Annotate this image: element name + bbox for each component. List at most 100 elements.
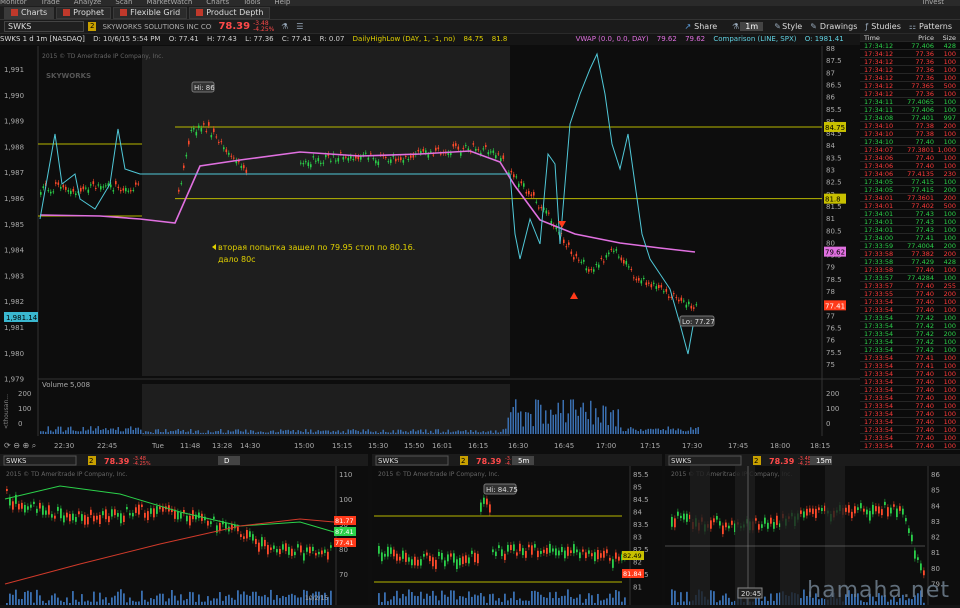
menu-item-scan[interactable]: Scan [115,0,132,6]
settings-icon[interactable]: ☰ [295,22,304,31]
tns-cell: 17:34:07 [864,146,894,154]
volume-bar [275,432,277,434]
tns-col-header[interactable]: Price [900,34,934,42]
volume-bar [290,431,292,434]
left-axis-label: 1,983 [4,272,24,280]
time-axis-label: 13:28 [212,442,232,450]
mini-volume-bar [222,600,224,605]
tns-cell: 17:34:12 [864,42,894,50]
main-chart[interactable]: 1,991 1,990 1,989 1,988 1,987 1,986 1,985 1,984… [0,34,860,454]
mini-period-text: D [224,457,229,465]
vol-axis-label: 100 [18,405,31,413]
volume-bar [502,429,504,434]
right-axis-label: 88 [826,45,835,53]
tns-cell: 77.42 [915,330,934,338]
mini-volume-bar [9,593,11,605]
candle [337,158,340,162]
volume-bar [430,430,432,434]
flask-icon[interactable]: ⚗ [280,22,289,31]
menu-item-monitor[interactable]: Monitor [0,0,27,6]
time-and-sales[interactable]: Time Price Size 17:34:12 77.406 428 17:34:12 77… [860,34,960,454]
candle [482,148,485,150]
right-axis-label: 75.5 [826,349,842,357]
tns-row: 17:34:12 77.36 100 [860,50,960,58]
volume-bar [497,432,499,434]
drawings-icon: ✎ [810,22,817,31]
right-axis-label: 80 [826,239,835,247]
tns-cell: 17:33:54 [864,394,894,402]
menu-item-trade[interactable]: Trade [41,0,60,6]
flask-icon[interactable]: ⚗ [731,22,740,31]
volume-bar [485,432,487,434]
volume-bar [300,431,302,434]
menu-item-help[interactable]: Help [274,0,290,6]
pencil-icon[interactable]: ✎ [773,22,782,31]
tab-flexible-grid[interactable]: Flexible Grid [113,6,188,19]
candle [110,184,112,188]
menu-item-invest[interactable]: Invest [923,0,944,6]
tns-header: Time Price Size [860,34,960,42]
candle [638,278,640,281]
vol-axis-label: 100 [826,405,839,413]
volume-bar [317,430,319,434]
candle [605,255,608,258]
mini-volume-bar [138,601,140,605]
volume-bar [395,432,397,434]
symbol-input[interactable]: SWKS [4,21,84,32]
mini-symbol: SWKS [6,457,27,465]
volume-bar [580,407,582,434]
tns-cell: 77.38 [915,130,934,138]
volume-bar [642,430,644,434]
mini-volume-bar [686,591,688,605]
time-axis-label: 16:15 [468,442,488,450]
tab-icon [120,9,128,16]
patterns-button[interactable]: ⚏ Patterns [909,22,952,31]
candle [675,297,678,299]
tab-charts[interactable]: Charts [4,6,55,19]
tns-cell: 17:34:10 [864,122,894,130]
tns-cell: 77.401 [911,114,934,122]
menu-item-marketwatch[interactable]: MarketWatch [146,0,192,6]
volume-bar [467,432,469,434]
volume-bar [692,429,694,434]
menu-item-analyze[interactable]: Analyze [74,0,102,6]
tab-prophet[interactable]: Prophet [56,6,112,19]
menu-item-tools[interactable]: Tools [243,0,260,6]
menu-item-charts[interactable]: Charts [206,0,229,6]
volume-bar [137,427,139,434]
period-select[interactable]: 1m [740,22,764,31]
share-button[interactable]: ↗ Share [684,22,717,31]
tns-row: 17:33:54 77.42 100 [860,314,960,322]
volume-bar [157,429,159,434]
left-axis-label: 1,981 [4,324,24,332]
volume-bar [512,406,514,434]
volume-bar [207,430,209,434]
tns-cell: 77.38 [915,122,934,130]
candle [233,157,235,159]
mini-chg: -4.25% [133,461,151,467]
candle [375,160,377,164]
volume-bar [292,429,294,434]
tns-cell: 17:34:05 [864,178,894,186]
tns-cell: 77.40 [915,306,934,314]
tns-cell: 17:34:11 [864,98,894,106]
mini-volume-bar [764,596,766,605]
volume-bar [117,427,119,434]
drawings-button[interactable]: ✎ Drawings [810,22,857,31]
link-badge[interactable]: 2 [88,22,97,31]
tns-cell: 17:33:54 [864,434,894,442]
candle [335,160,337,162]
tab-label: Flexible Grid [130,8,181,17]
studies-button[interactable]: ƒ Studies [865,22,901,31]
tns-col-header[interactable]: Time [860,34,900,42]
main-chart-canvas[interactable]: 1,991 1,990 1,989 1,988 1,987 1,986 1,985 1,984… [0,34,860,454]
tab-product-depth[interactable]: Product Depth [189,6,271,19]
volume-bar [675,430,677,434]
volume-bar [72,430,74,434]
mini-price-badge-text: 82.49 [623,552,642,560]
volume-bar [165,429,167,434]
tns-col-header[interactable]: Size [934,34,956,42]
mini-volume-bar [573,598,575,605]
mini-volume-bar [144,599,146,605]
style-button[interactable]: Style [782,22,802,31]
